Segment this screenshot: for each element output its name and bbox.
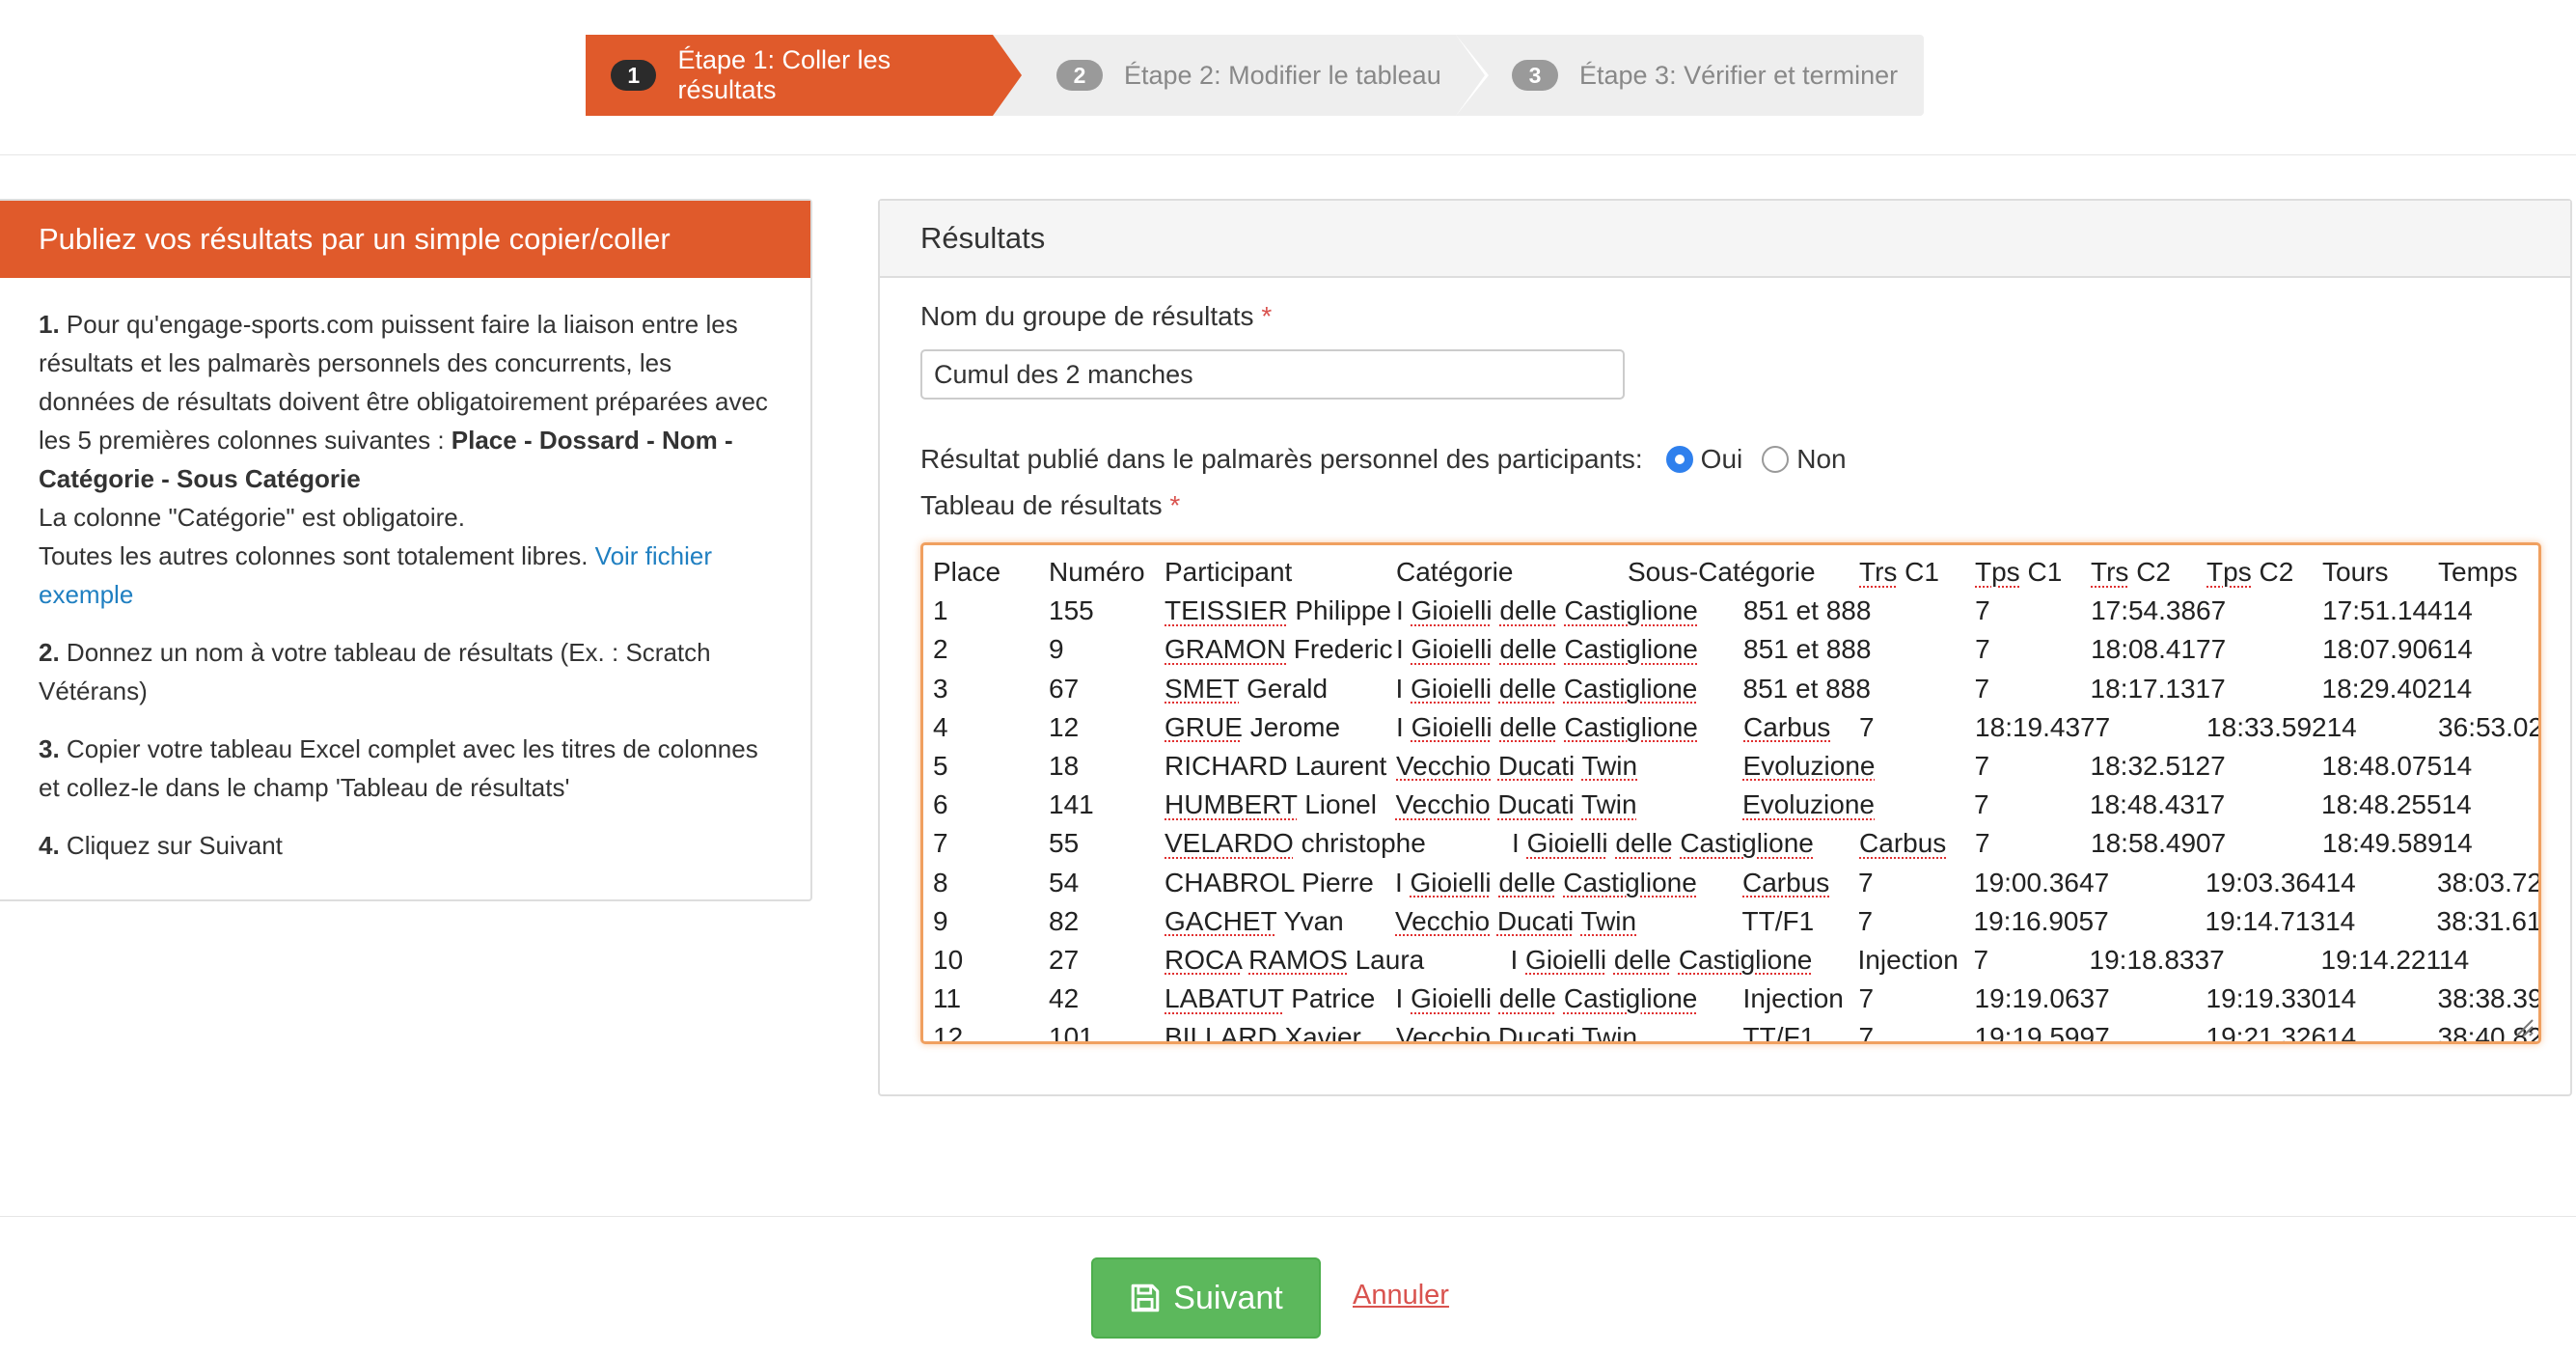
instruction-number: 2.: [39, 638, 60, 667]
textarea-content: Place Numéro Participant Catégorie Sous-Caté…: [933, 553, 2541, 1044]
instruction-text: Donnez un nom à votre tableau de résulta…: [39, 638, 711, 705]
table-row-line: 1 155 TEISSIER Philippe I Gioielli delle Ca…: [933, 595, 2473, 626]
step-number-badge: 1: [611, 60, 657, 91]
step-label: Étape 1: Coller les résultats: [677, 45, 891, 104]
radio-selected-icon: [1665, 446, 1693, 473]
table-row-line: 2 9 GRAMON Frederic I Gioielli delle Castig…: [933, 634, 2473, 665]
table-row-line: 12 101 BILLARD Xavier Vecchio Ducati Twin TT…: [933, 1022, 2541, 1044]
table-row-line: 11 42 LABATUT Patrice I Gioielli delle Cast…: [933, 983, 2541, 1014]
group-name-value: Cumul des 2 manches: [934, 359, 1193, 389]
instruction-3: 3. Copier votre tableau Excel complet av…: [39, 730, 772, 807]
help-panel-title: Publiez vos résultats par un simple copi…: [0, 201, 810, 278]
group-name-input[interactable]: Cumul des 2 manches: [920, 349, 1625, 400]
results-table-label: Tableau de résultats *: [920, 490, 1180, 521]
step-arrow: [1456, 35, 1485, 116]
label-text: Tableau de résultats: [920, 490, 1163, 520]
table-row-line: 10 27 ROCA RAMOS Laura I Gioielli delle Cas…: [933, 944, 2470, 975]
save-icon: [1131, 1284, 1160, 1312]
next-button-label: Suivant: [1173, 1279, 1283, 1316]
table-row-line: 5 18 RICHARD Laurent Vecchio Ducati Twin Evo…: [933, 750, 2473, 781]
publish-label: Résultat publié dans le palmarès personn…: [920, 444, 1643, 474]
instruction-text: Cliquez sur Suivant: [59, 831, 283, 860]
instruction-number: 3.: [39, 734, 60, 763]
cancel-link[interactable]: Annuler: [1353, 1280, 1449, 1312]
radio-no[interactable]: Non: [1762, 444, 1847, 475]
instruction-1: 1. Pour qu'engage-sports.com puissent fa…: [39, 305, 772, 614]
instruction-text: Copier votre tableau Excel complet avec …: [39, 734, 758, 802]
radio-no-label: Non: [1796, 444, 1847, 474]
step-3[interactable]: 3 Étape 3: Vérifier et terminer: [1456, 35, 1924, 116]
results-panel: Résultats Nom du groupe de résultats * C…: [878, 199, 2572, 1096]
resize-grip-icon[interactable]: [2513, 1016, 2535, 1037]
table-row-line: 6 141 HUMBERT Lionel Vecchio Ducati Twin Evo…: [933, 789, 2472, 820]
radio-unselected-icon: [1762, 446, 1790, 473]
instruction-2: 2. Donnez un nom à votre tableau de résu…: [39, 633, 772, 710]
wizard-steps: 1 Étape 1: Coller les résultats 2 Étape …: [586, 35, 1924, 116]
step-label: Étape 3: Vérifier et terminer: [1579, 60, 1899, 90]
divider: [0, 154, 2576, 155]
table-row-line: 8 54 CHABROL Pierre I Gioielli delle Castig…: [933, 867, 2541, 897]
step-2[interactable]: 2 Étape 2: Modifier le tableau: [993, 35, 1489, 116]
next-button[interactable]: Suivant: [1091, 1257, 1321, 1339]
required-asterisk: *: [1169, 490, 1181, 520]
instruction-4: 4. Cliquez sur Suivant: [39, 826, 772, 865]
table-row-line: 3 67 SMET Gerald I Gioielli delle Castiglio…: [933, 673, 2473, 704]
instruction-number: 4.: [39, 831, 60, 860]
instruction-text: Toutes les autres colonnes sont totaleme…: [39, 541, 595, 570]
table-row-line: 7 55 VELARDO christophe I Gioielli delle Ca…: [933, 828, 2473, 859]
required-asterisk: *: [1261, 301, 1273, 331]
step-number-badge: 3: [1512, 60, 1558, 91]
step-number-badge: 2: [1056, 60, 1103, 91]
divider: [0, 1216, 2576, 1217]
publish-option-row: Résultat publié dans le palmarès personn…: [920, 444, 1847, 475]
help-instructions: 1. Pour qu'engage-sports.com puissent fa…: [0, 278, 810, 865]
help-panel: Publiez vos résultats par un simple copi…: [0, 199, 812, 901]
instruction-text: La colonne "Catégorie" est obligatoire.: [39, 503, 465, 532]
instruction-number: 1.: [39, 310, 60, 339]
results-table-textarea[interactable]: Place Numéro Participant Catégorie Sous-Caté…: [920, 542, 2541, 1044]
step-label: Étape 2: Modifier le tableau: [1124, 60, 1441, 90]
group-name-label: Nom du groupe de résultats *: [920, 301, 1272, 332]
table-row-line: 4 12 GRUE Jerome I Gioielli delle Castiglio…: [933, 711, 2541, 742]
table-row-line: 9 82 GACHET Yvan Vecchio Ducati Twin TT/F1 7 1…: [933, 905, 2541, 936]
results-panel-title: Résultats: [880, 201, 2570, 278]
label-text: Nom du groupe de résultats: [920, 301, 1254, 331]
step-arrow: [993, 35, 1022, 116]
radio-yes[interactable]: Oui: [1665, 444, 1743, 475]
radio-yes-label: Oui: [1700, 444, 1743, 474]
step-1[interactable]: 1 Étape 1: Coller les résultats: [586, 35, 1022, 116]
table-header-line: Place Numéro Participant Catégorie Sous-Caté…: [933, 557, 2518, 587]
